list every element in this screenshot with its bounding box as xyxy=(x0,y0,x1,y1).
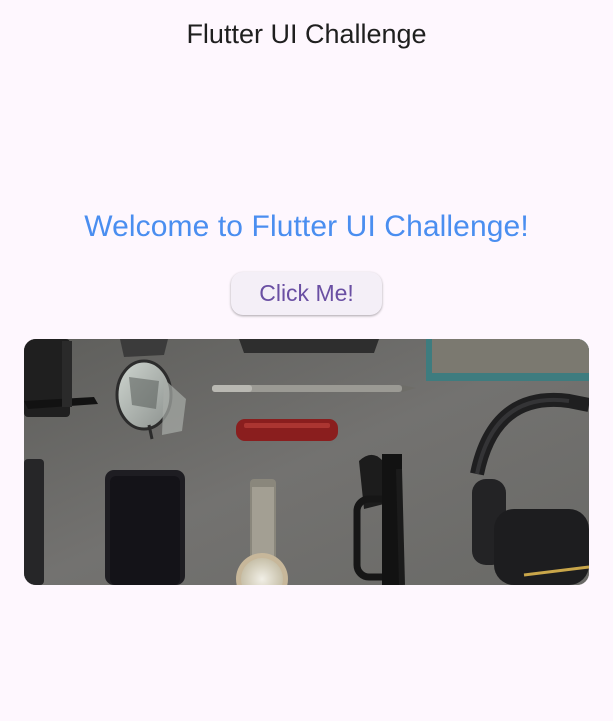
pocket-knife-shape xyxy=(236,419,338,441)
accessories-photo xyxy=(24,339,589,585)
pen-shape xyxy=(212,385,416,392)
phone-edge-shape xyxy=(24,459,44,585)
welcome-heading: Welcome to Flutter UI Challenge! xyxy=(84,210,529,243)
click-me-button[interactable]: Click Me! xyxy=(231,272,382,315)
app-bar-title: Flutter UI Challenge xyxy=(186,18,427,49)
app-bar: Flutter UI Challenge xyxy=(0,0,613,68)
pouch-shape xyxy=(239,339,379,353)
smartphone-shape xyxy=(105,470,185,585)
notebook-shape xyxy=(426,339,589,381)
photo-card xyxy=(24,339,589,585)
